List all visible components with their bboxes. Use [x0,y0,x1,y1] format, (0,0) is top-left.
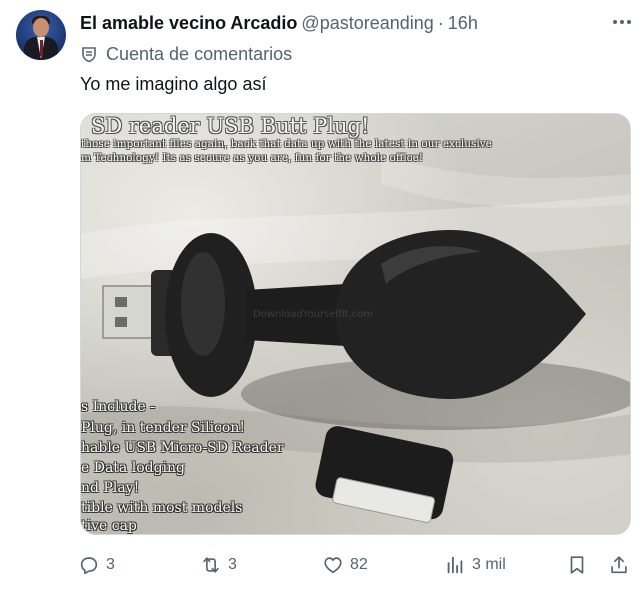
account-label: Cuenta de comentarios [80,43,292,65]
views-icon [447,556,463,574]
image-feature-line: tive cap [81,518,137,534]
avatar-tie [39,40,43,56]
image-feature-line: Plug, in tender Silicon! [81,420,245,436]
account-label-text: Cuenta de comentarios [106,43,293,64]
like-count: 82 [350,556,368,573]
heart-icon [324,557,342,574]
reply-icon [80,557,98,575]
share-button[interactable] [608,553,630,577]
views-count: 3 mil [472,556,506,573]
tweet-text: Yo me imagino algo así [80,74,267,94]
image-caption-line: those important files again, back that d… [81,138,492,150]
bookmark-button[interactable] [566,553,588,577]
more-options-icon [613,20,617,24]
views-button[interactable]: 3 mil [444,553,506,577]
image-caption-title: SD reader USB Butt Plug! [91,114,370,138]
more-options-icon-dot [627,20,631,24]
tweet-media-image[interactable]: SD reader USB Butt Plug! those important… [80,113,631,535]
image-feature-line: nd Play! [81,480,140,496]
bookmark-icon [570,556,584,574]
display-name[interactable]: El amable vecino Arcadio [80,13,297,34]
like-button[interactable]: 82 [322,553,368,577]
image-caption-line: m Technology! Its as secure as you are, … [81,152,423,164]
avatar[interactable] [16,10,66,60]
user-handle[interactable]: @pastoreanding [301,13,433,34]
image-feature-line: e Data lodging [81,460,186,476]
image-feature-line: s Include - [81,399,155,415]
reply-button[interactable]: 3 [78,553,115,577]
tweet-header: El amable vecino Arcadio @pastoreanding … [80,12,478,34]
image-feature-line: tible with most models [81,500,243,516]
timestamp[interactable]: 16h [448,13,478,34]
more-options-icon-dot [620,20,624,24]
reply-count: 3 [106,556,115,573]
repost-count: 3 [228,556,237,573]
community-notes-badge-icon [82,47,96,63]
image-feature-line: hable USB Micro-SD Reader [81,440,284,456]
tweet-actions: 3 3 82 3 mil [78,553,634,577]
image-watermark: DownloadYourselfIt.com [253,309,374,320]
repost-button[interactable]: 3 [200,553,237,577]
avatar-face [33,18,49,37]
share-icon [611,556,627,574]
more-options-button[interactable] [608,10,636,34]
separator: · [437,12,444,33]
repost-icon [203,557,219,573]
